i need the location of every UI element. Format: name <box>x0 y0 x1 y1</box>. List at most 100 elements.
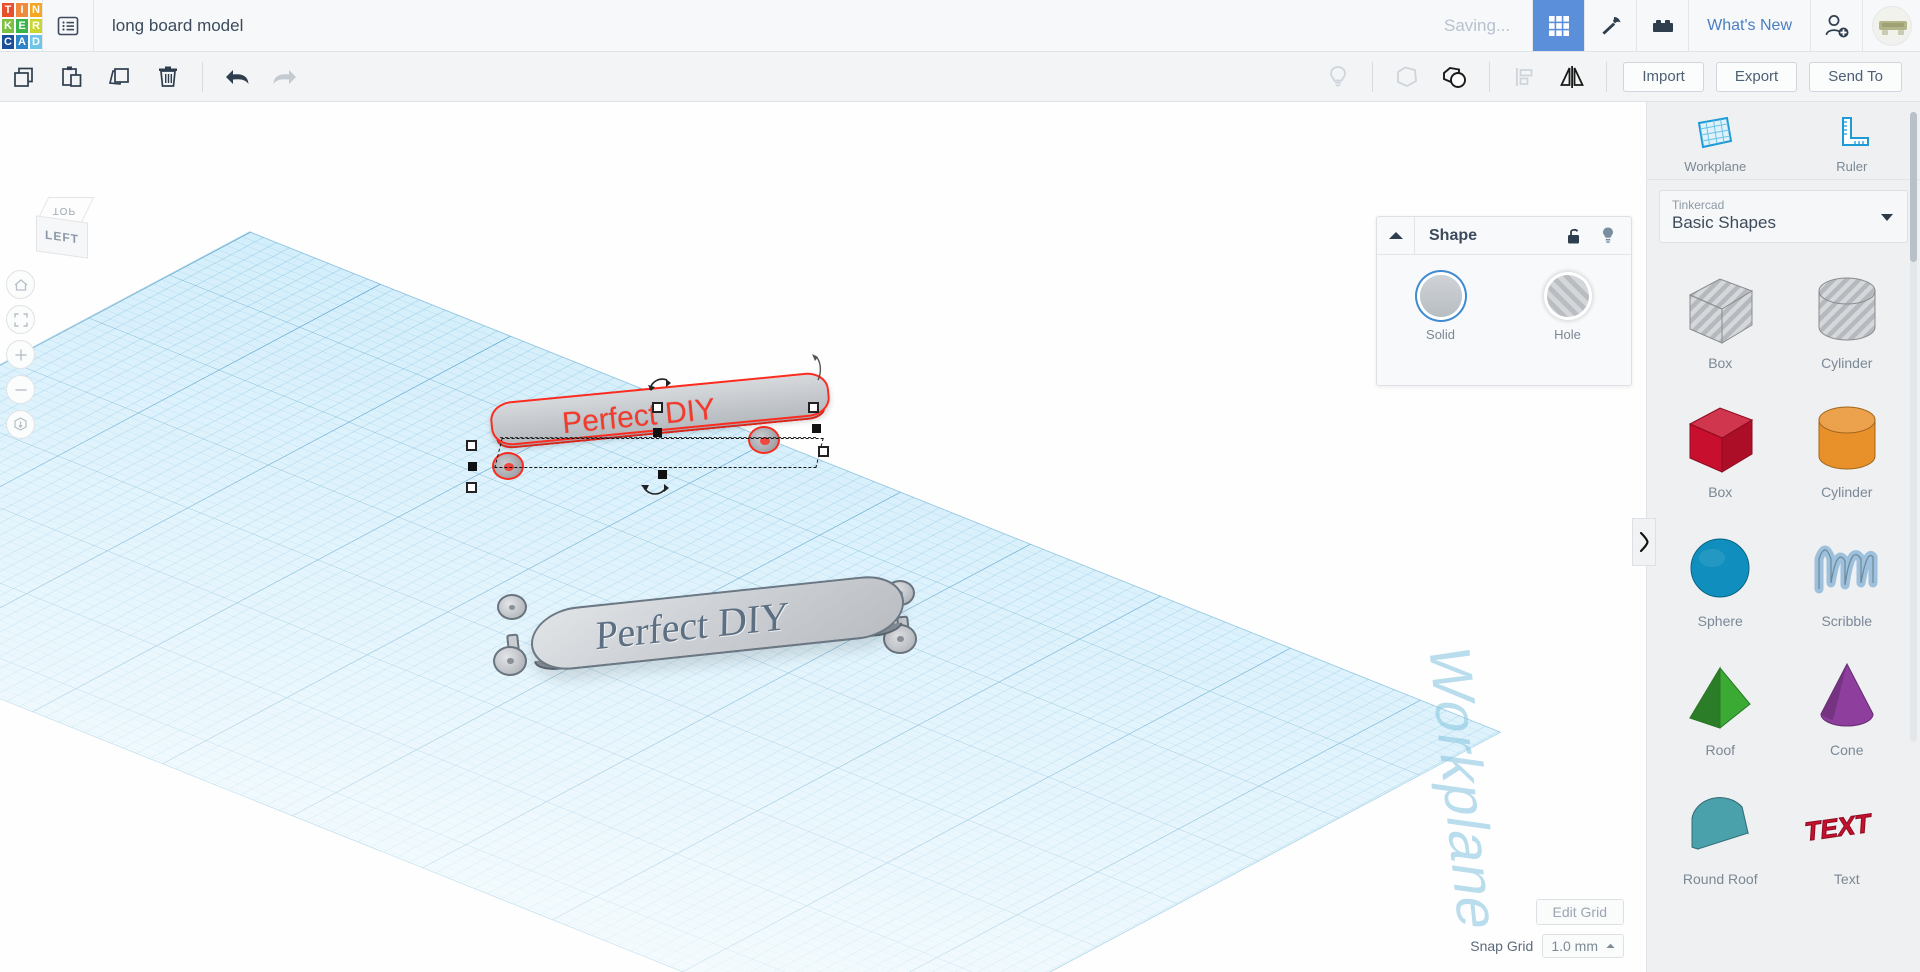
3d-viewport[interactable]: Workplane TOP LEFT Perfect DIY Perfect D… <box>0 102 1646 972</box>
snap-grid-label: Snap Grid <box>1470 938 1534 954</box>
snap-grid-select[interactable]: 1.0 mm <box>1542 934 1624 958</box>
trash-icon <box>159 66 177 87</box>
codeblocks-button[interactable] <box>1584 0 1636 51</box>
shapes-grid[interactable]: Box Cylinder Box Cylinder Sphere Scribble Roof… <box>1647 251 1920 923</box>
codeblocks-pickaxe-icon <box>1602 16 1621 35</box>
rotate-handle-z[interactable] <box>646 374 680 400</box>
shape-hint-button[interactable] <box>1591 226 1625 245</box>
chevron-down-icon <box>1881 213 1893 221</box>
document-title[interactable]: long board model <box>94 0 243 51</box>
scale-handle-corner-1[interactable] <box>466 440 477 451</box>
scale-handle-corner-4[interactable] <box>818 446 829 457</box>
scale-handle-edge-3[interactable] <box>653 428 662 437</box>
shape-item-text-shape-icon[interactable]: TEXT Text <box>1784 775 1911 904</box>
shape-item-scribble-icon[interactable]: Scribble <box>1784 517 1911 646</box>
send-to-button[interactable]: Send To <box>1809 61 1902 92</box>
home-icon <box>14 278 27 291</box>
toolbar-divider <box>202 61 203 92</box>
avatar-wheel-right <box>1897 29 1904 35</box>
view-cube-front-label: LEFT <box>45 227 79 247</box>
delete-button[interactable] <box>144 52 192 102</box>
shape-item-round-roof-icon[interactable]: Round Roof <box>1657 775 1784 904</box>
brick-blocks-icon <box>1652 19 1673 32</box>
box-hole-icon <box>1676 267 1764 353</box>
panel-collapse-handle[interactable] <box>1632 518 1656 566</box>
scale-handle-corner-2[interactable] <box>466 482 477 493</box>
grid-view-button[interactable] <box>1532 0 1585 51</box>
orthographic-toggle-button[interactable] <box>6 410 35 439</box>
shape-item-label: Cylinder <box>1821 355 1873 371</box>
light-hint-button[interactable] <box>1314 52 1362 102</box>
scribble-icon <box>1803 525 1891 611</box>
user-avatar-button[interactable] <box>1862 0 1920 51</box>
scale-handle-corner-3[interactable] <box>808 402 819 413</box>
ungroup-button[interactable] <box>1431 52 1479 102</box>
shape-item-cylinder-icon[interactable]: Cylinder <box>1784 388 1911 517</box>
shape-item-sphere-icon[interactable]: Sphere <box>1657 517 1784 646</box>
tinkercad-logo[interactable]: TINKERCAD <box>0 0 43 52</box>
minus-icon <box>15 388 26 391</box>
brick-blocks-button[interactable] <box>1636 0 1688 51</box>
logo-tile-r-5: R <box>29 18 43 34</box>
paste-button[interactable] <box>48 52 96 102</box>
library-selector[interactable]: Tinkercad Basic Shapes <box>1659 190 1908 243</box>
fit-to-view-button[interactable] <box>6 305 35 334</box>
scale-handle-height[interactable] <box>652 402 663 413</box>
zoom-in-button[interactable] <box>6 340 35 369</box>
invite-people-button[interactable] <box>1810 0 1862 51</box>
logo-tile-c-6: C <box>1 34 15 50</box>
export-button[interactable]: Export <box>1715 61 1798 92</box>
shape-option-solid[interactable]: Solid <box>1377 275 1504 342</box>
shape-item-label: Text <box>1833 871 1860 887</box>
workplane-watermark: Workplane <box>1415 642 1512 935</box>
library-selector-wrap: Tinkercad Basic Shapes <box>1647 180 1920 251</box>
app-header: TINKERCAD long board model Saving... Wha… <box>0 0 1920 52</box>
undo-button[interactable] <box>213 52 261 102</box>
selected-longboard[interactable]: Perfect DIY <box>466 342 890 512</box>
import-button[interactable]: Import <box>1623 61 1704 92</box>
rotate-handle-x[interactable] <box>810 352 832 390</box>
group-shapes-icon <box>1397 66 1418 87</box>
sidebar-tool-ruler[interactable]: Ruler <box>1784 102 1920 179</box>
selection-bounding-box <box>494 438 824 468</box>
group-button[interactable] <box>1383 52 1431 102</box>
hole-label: Hole <box>1554 327 1581 342</box>
shape-panel-collapse-button[interactable] <box>1377 216 1415 255</box>
home-view-button[interactable] <box>6 270 35 299</box>
roof-icon <box>1676 654 1764 740</box>
shape-item-roof-icon[interactable]: Roof <box>1657 646 1784 775</box>
shape-lock-button[interactable] <box>1557 227 1591 245</box>
copy-icon <box>14 67 33 87</box>
logo-tile-a-7: A <box>15 34 29 50</box>
align-button[interactable] <box>1500 52 1548 102</box>
mirror-button[interactable] <box>1548 52 1596 102</box>
duplicate-button[interactable] <box>96 52 144 102</box>
whats-new-button[interactable]: What's New <box>1688 0 1810 51</box>
rotate-handle-y[interactable] <box>640 482 674 504</box>
cone-icon <box>1803 654 1891 740</box>
redo-button[interactable] <box>261 52 309 102</box>
shapes-scrollbar-thumb[interactable] <box>1910 112 1917 262</box>
zoom-out-button[interactable] <box>6 375 35 404</box>
caret-up-icon <box>1606 943 1615 948</box>
logo-tile-e-4: E <box>15 18 29 34</box>
sidebar-tool-workplane[interactable]: Workplane <box>1647 102 1784 179</box>
shape-item-box-icon[interactable]: Box <box>1657 388 1784 517</box>
scale-handle-edge-1[interactable] <box>468 462 477 471</box>
edit-grid-button[interactable]: Edit Grid <box>1535 899 1624 925</box>
scale-handle-edge-4[interactable] <box>658 470 667 479</box>
paste-icon <box>62 66 82 87</box>
avatar-deck <box>1878 20 1907 30</box>
shape-item-label: Cylinder <box>1821 484 1873 500</box>
longboard[interactable]: Perfect DIY <box>485 572 945 702</box>
shape-item-box-hole-icon[interactable]: Box <box>1657 259 1784 388</box>
project-menu-button[interactable] <box>42 0 94 51</box>
shape-option-hole[interactable]: Hole <box>1504 275 1631 342</box>
view-cube-front-face[interactable]: LEFT <box>36 215 88 259</box>
copy-button[interactable] <box>0 52 48 102</box>
shape-item-cone-icon[interactable]: Cone <box>1784 646 1911 775</box>
shape-item-cylinder-hole-icon[interactable]: Cylinder <box>1784 259 1911 388</box>
solid-swatch <box>1419 275 1462 317</box>
scale-handle-edge-2[interactable] <box>812 424 821 433</box>
view-cube[interactable]: TOP LEFT <box>28 197 102 263</box>
